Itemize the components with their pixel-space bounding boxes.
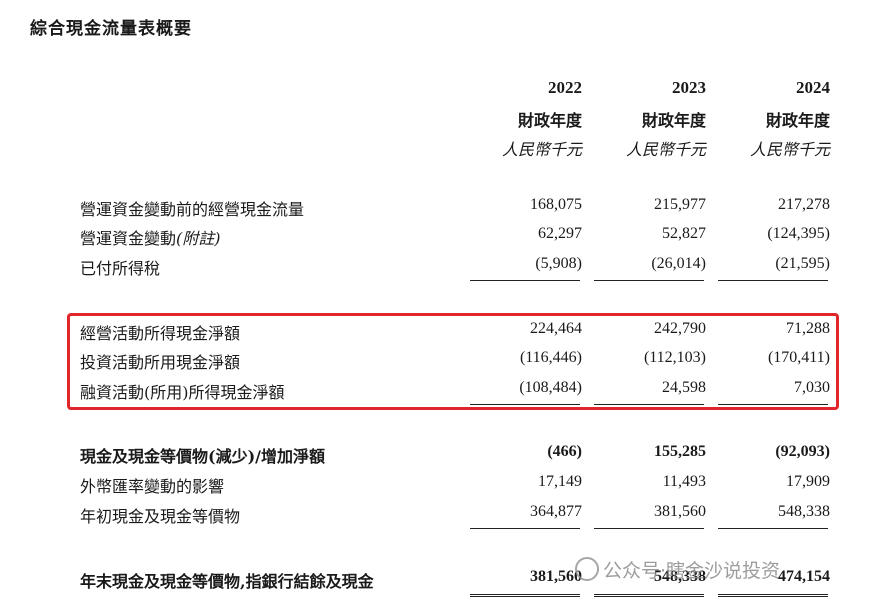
cell-2022: 364,877 [530,503,582,520]
cell-2023: (26,014) [651,255,706,272]
cell-2024: (92,093) [775,443,830,460]
cell-2024: 17,909 [786,473,830,490]
watermark-text: 公众号·瞎金沙说投资 [603,560,781,582]
col-unit-2024: 人民幣千元 [749,140,830,159]
col-unit-2022: 人民幣千元 [501,140,582,159]
row-label: 經營活動所得現金淨額 [80,324,241,343]
row-label-main: 營運資金變動 [80,229,177,248]
cell-2022: 381,560 [530,568,582,585]
row-label: 營運資金變動(附註) [80,225,221,249]
cell-2024: (124,395) [767,225,830,242]
page-title: 綜合現金流量表概要 [30,19,192,39]
table-row: 融資活動(所用)所得現金淨額 (108,484) 24,598 7,030 [0,379,890,405]
subtotal-rule [718,528,828,529]
col-fy-2022: 財政年度 [517,111,582,130]
cell-2023: 215,977 [654,196,706,213]
cell-2022: (5,908) [535,255,582,272]
subtotal-rule [594,280,704,281]
total-double-rule [594,594,704,600]
subtotal-rule [470,404,580,405]
cell-2023: 24,598 [662,379,706,396]
cell-2022: 168,075 [530,196,582,213]
cell-2022: (466) [547,443,582,460]
cell-2023: 52,827 [662,225,706,242]
cell-2022: (116,446) [519,349,582,366]
row-label: 融資活動(所用)所得現金淨額 [80,383,285,402]
table-row: 營運資金變動前的經營現金流量 168,075 215,977 217,278 [0,196,890,222]
watermark: 公众号·瞎金沙说投资 [575,556,780,583]
table-row: 營運資金變動(附註) 62,297 52,827 (124,395) [0,225,890,251]
row-label: 投資活動所用現金淨額 [80,353,241,372]
subtotal-rule [718,280,828,281]
col-fy-2023: 財政年度 [641,111,706,130]
table-row: 經營活動所得現金淨額 224,464 242,790 71,288 [0,320,890,346]
col-unit-2023: 人民幣千元 [625,140,706,159]
total-double-rule [470,594,580,600]
cell-2024: 548,338 [778,503,830,520]
cell-2023: 155,285 [654,443,706,460]
row-label: 外幣匯率變動的影響 [80,477,225,496]
subtotal-rule [718,404,828,405]
col-year-2022: 2022 [548,78,582,97]
cell-2024: 7,030 [794,379,830,396]
cell-2022: 17,149 [538,473,582,490]
row-label: 年末現金及現金等價物,指銀行結餘及現金 [80,572,374,591]
col-fy-2024: 財政年度 [765,111,830,130]
row-label: 年初現金及現金等價物 [80,507,241,526]
row-label: 已付所得稅 [80,259,161,278]
cell-2023: 11,493 [662,473,706,490]
total-double-rule [718,594,828,600]
table-row: 外幣匯率變動的影響 17,149 11,493 17,909 [0,473,890,499]
cell-2022: 62,297 [538,225,582,242]
cell-2024: (21,595) [775,255,830,272]
subtotal-rule [470,280,580,281]
col-year-2024: 2024 [796,78,830,97]
cell-2024: 217,278 [778,196,830,213]
table-row: 年初現金及現金等價物 364,877 381,560 548,338 [0,503,890,529]
cell-2023: 381,560 [654,503,706,520]
subtotal-rule [594,528,704,529]
cell-2024: (170,411) [767,349,830,366]
cell-2024: 71,288 [786,320,830,337]
row-label-note: (附註) [176,229,221,248]
table-row: 投資活動所用現金淨額 (116,446) (112,103) (170,411) [0,349,890,375]
cell-2023: (112,103) [643,349,706,366]
cell-2022: (108,484) [519,379,582,396]
subtotal-rule [470,528,580,529]
wechat-logo-icon [575,557,599,581]
table-row: 現金及現金等價物(減少)/增加淨額 (466) 155,285 (92,093) [0,443,890,469]
cell-2023: 242,790 [654,320,706,337]
subtotal-rule [594,404,704,405]
row-label: 營運資金變動前的經營現金流量 [80,200,305,219]
cell-2022: 224,464 [530,320,582,337]
row-label: 現金及現金等價物(減少)/增加淨額 [80,447,325,466]
col-year-2023: 2023 [672,78,706,97]
table-row: 已付所得稅 (5,908) (26,014) (21,595) [0,255,890,281]
